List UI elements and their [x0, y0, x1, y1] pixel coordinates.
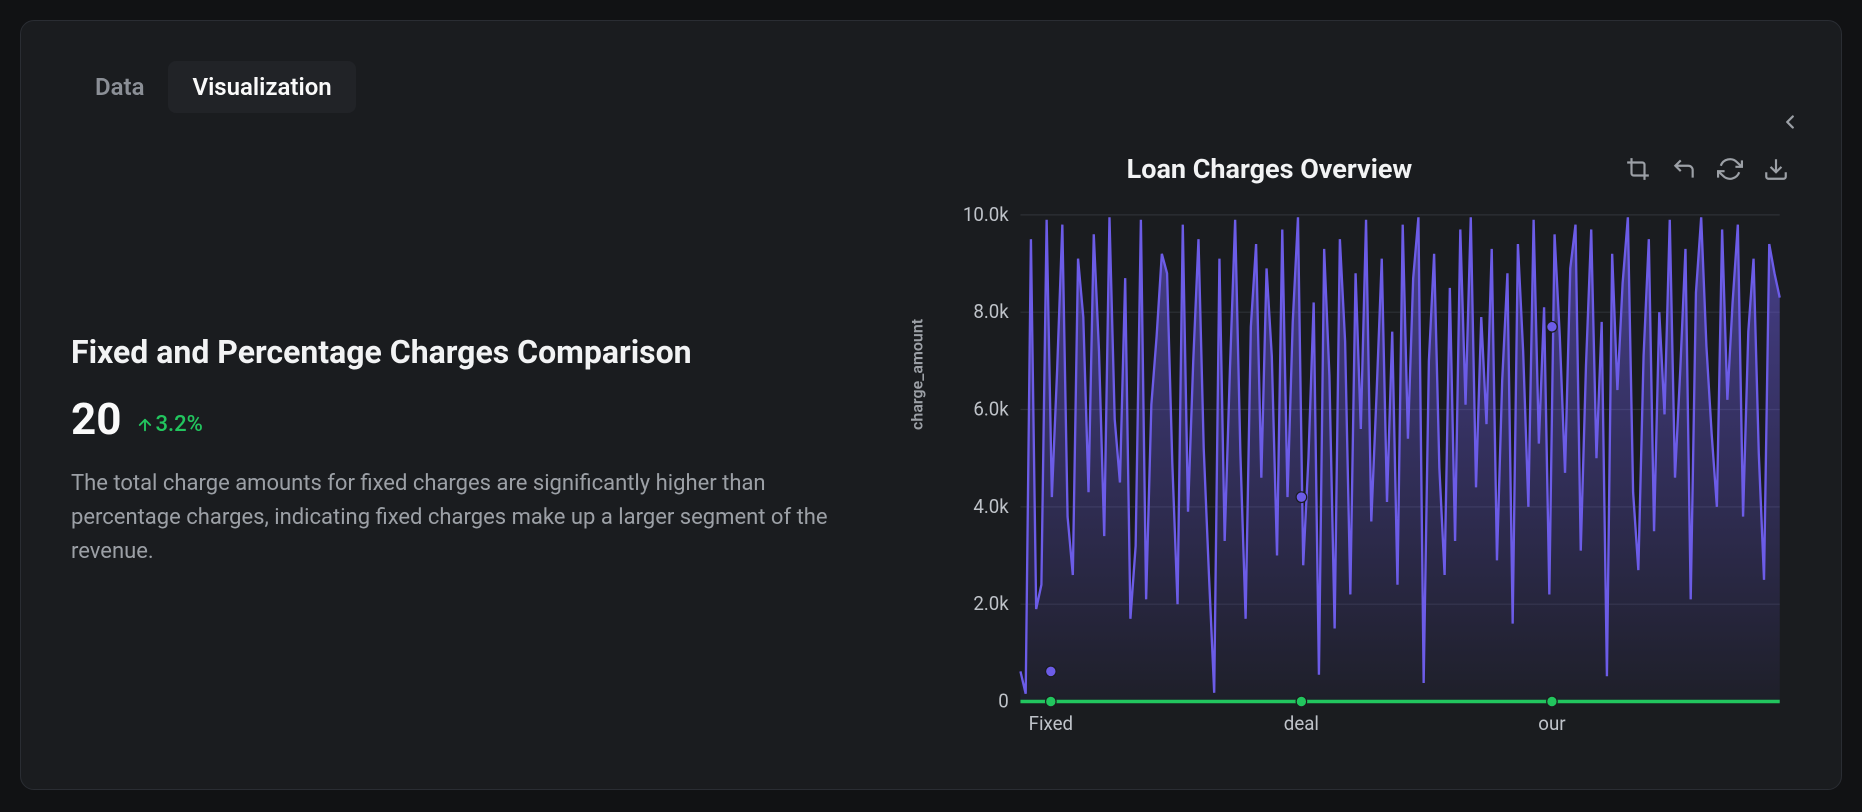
chart-header: Loan Charges Overview	[927, 153, 1791, 185]
chart-toolbar	[1623, 154, 1791, 184]
chart-area[interactable]: charge_amount 02.0k4.0k6.0k8.0k10.0kFixe…	[927, 203, 1791, 749]
visualization-card: Data Visualization Fixed and Percentage …	[20, 20, 1842, 790]
chart-ylabel: charge_amount	[907, 319, 926, 430]
svg-text:4.0k: 4.0k	[973, 496, 1009, 518]
line-chart: 0 2.0k 4.0k 6.0k 8.0k 10.0k Fixed deal our	[927, 203, 1791, 749]
svg-text:10.0k: 10.0k	[962, 204, 1008, 226]
svg-text:0: 0	[998, 690, 1009, 712]
svg-text:6.0k: 6.0k	[973, 398, 1009, 420]
metric-value: 20	[71, 393, 122, 445]
collapse-button[interactable]	[1779, 111, 1801, 137]
svg-text:deal: deal	[1283, 713, 1318, 735]
summary-description: The total charge amounts for fixed charg…	[71, 467, 867, 569]
metric-delta-text: 3.2%	[156, 412, 203, 437]
chevron-left-icon	[1779, 111, 1801, 133]
refresh-icon	[1717, 156, 1743, 182]
refresh-button[interactable]	[1715, 154, 1745, 184]
undo-button[interactable]	[1669, 154, 1699, 184]
metric-delta: 3.2%	[136, 412, 203, 437]
svg-text:our: our	[1538, 713, 1566, 735]
content-row: Fixed and Percentage Charges Comparison …	[71, 153, 1791, 749]
tab-data[interactable]: Data	[71, 61, 168, 113]
chart-title: Loan Charges Overview	[1127, 153, 1413, 185]
arrow-up-icon	[136, 416, 154, 434]
tab-bar: Data Visualization	[71, 61, 1791, 113]
summary-panel: Fixed and Percentage Charges Comparison …	[71, 153, 897, 749]
chart-panel: Loan Charges Overview	[927, 153, 1791, 749]
section-title: Fixed and Percentage Charges Comparison	[71, 333, 867, 371]
svg-text:8.0k: 8.0k	[973, 301, 1009, 323]
crop-icon	[1625, 156, 1651, 182]
svg-text:2.0k: 2.0k	[973, 593, 1009, 615]
tab-visualization[interactable]: Visualization	[168, 61, 355, 113]
download-icon	[1763, 156, 1789, 182]
crop-button[interactable]	[1623, 154, 1653, 184]
metric-row: 20 3.2%	[71, 393, 867, 445]
download-button[interactable]	[1761, 154, 1791, 184]
undo-icon	[1671, 156, 1697, 182]
svg-text:Fixed: Fixed	[1028, 713, 1072, 735]
